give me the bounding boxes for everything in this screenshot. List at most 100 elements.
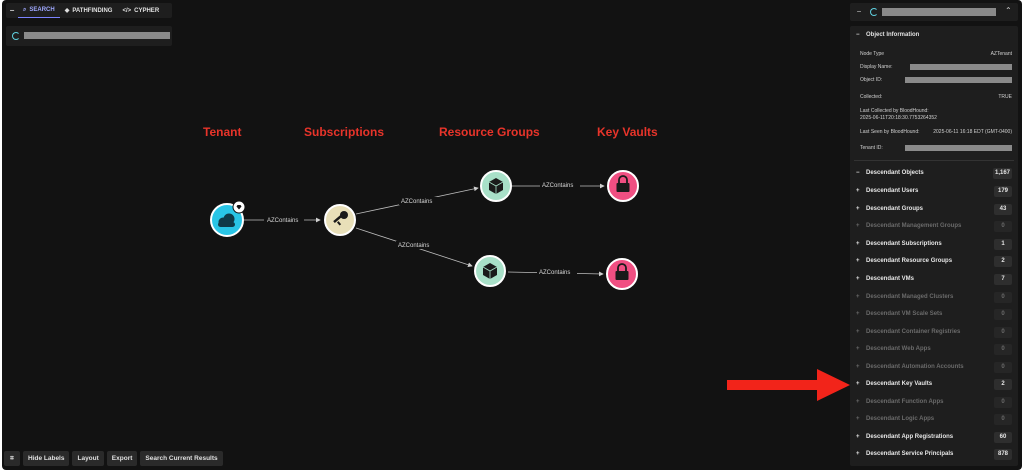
expand-icon: +: [856, 206, 860, 212]
layout-button[interactable]: Layout: [72, 451, 104, 466]
search-current-results-button[interactable]: Search Current Results: [140, 451, 223, 466]
edge-labels: AZContains AZContains AZContains AZConta…: [264, 181, 580, 276]
expand-icon: +: [856, 294, 860, 300]
descendant-automation-accounts-row: + Descendant Automation Accounts 0: [856, 362, 1012, 374]
descendant-subscriptions-row[interactable]: + Descendant Subscriptions 1: [856, 239, 1012, 251]
row-label: Descendant Resource Groups: [866, 258, 953, 264]
expand-icon: +: [856, 381, 860, 387]
row-label: Descendant VMs: [866, 276, 915, 282]
descendant-users-row[interactable]: + Descendant Users 179: [856, 186, 1012, 198]
collapse-icon: −: [856, 170, 860, 176]
edge-label: AZContains: [401, 199, 432, 205]
count-badge: 2: [994, 256, 1012, 267]
last-seen-value: 2025-06-11 16:18 EDT (GMT-0400): [933, 129, 1012, 135]
node-type-label: Node Type: [860, 51, 885, 57]
count-badge: 1: [994, 239, 1012, 250]
export-button[interactable]: Export: [106, 451, 138, 466]
annotation-arrow: [727, 369, 850, 401]
last-seen-label: Last Seen by BloodHound:: [860, 129, 920, 135]
descendant-web-apps-row: + Descendant Web Apps 0: [856, 344, 1012, 356]
row-label: Descendant Managed Clusters: [866, 294, 954, 300]
row-label: Descendant VM Scale Sets: [866, 311, 943, 317]
row-label: Descendant Groups: [866, 206, 924, 212]
descendant-service-principals-row[interactable]: + Descendant Service Principals 878: [856, 449, 1012, 461]
display-name-label: Display Name:: [860, 64, 893, 70]
collapse-panel-button[interactable]: −: [853, 7, 865, 16]
collected-value: TRUE: [998, 94, 1012, 100]
row-label: Descendant Automation Accounts: [866, 364, 964, 370]
node-resource-group-2[interactable]: [474, 255, 506, 287]
descendant-logic-apps-row: + Descendant Logic Apps 0: [856, 414, 1012, 426]
expand-icon: +: [856, 329, 860, 335]
row-label: Descendant Web Apps: [866, 346, 931, 352]
descendant-objects-toggle[interactable]: − Descendant Objects 1,167: [856, 168, 1012, 180]
count-badge: 43: [994, 204, 1012, 215]
descendant-managed-clusters-row: + Descendant Managed Clusters 0: [856, 292, 1012, 304]
node-key-vault-1[interactable]: [607, 170, 639, 202]
count-badge: 0: [994, 327, 1012, 338]
last-collected-label: Last Collected by BloodHound:: [860, 108, 929, 114]
entity-info-panel: − Object Information Node Type AZTenant D…: [850, 26, 1018, 466]
expand-icon: +: [856, 223, 860, 229]
entity-panel-header: − ⌃: [850, 3, 1018, 21]
node-key-vault-2[interactable]: [606, 258, 638, 290]
expand-icon: +: [856, 364, 860, 370]
expand-icon: +: [856, 346, 860, 352]
bloodhound-app: − ⌕ SEARCH ◆ PATHFINDING </> CYPHER Tena…: [2, 0, 1022, 470]
row-label: Descendant Container Registries: [866, 329, 961, 335]
redacted-object-id: [905, 77, 1012, 83]
edge-label: AZContains: [398, 243, 429, 249]
collected-label: Collected:: [860, 94, 883, 100]
crop-icon: ⌗: [10, 455, 14, 462]
descendant-groups-row[interactable]: + Descendant Groups 43: [856, 204, 1012, 216]
expand-icon: +: [856, 311, 860, 317]
expand-icon: +: [856, 258, 860, 264]
object-id-label: Object ID:: [860, 77, 883, 83]
tenant-node-icon: [870, 8, 878, 16]
row-label: Descendant Key Vaults: [866, 381, 933, 387]
count-badge: 179: [994, 186, 1012, 197]
tenant-id-label: Tenant ID:: [860, 145, 883, 151]
expand-icon: +: [856, 241, 860, 247]
descendant-resource-groups-row[interactable]: + Descendant Resource Groups 2: [856, 256, 1012, 268]
edge-label: AZContains: [539, 270, 570, 276]
expand-icon: +: [856, 188, 860, 194]
node-tenant[interactable]: [210, 200, 246, 237]
row-label: Descendant App Registrations: [866, 434, 954, 440]
edge-label: AZContains: [542, 183, 573, 189]
chevron-up-icon[interactable]: ⌃: [1005, 6, 1012, 15]
crop-button[interactable]: ⌗: [4, 451, 20, 466]
descendant-function-apps-row: + Descendant Function Apps 0: [856, 397, 1012, 409]
count-badge: 0: [994, 397, 1012, 408]
expand-icon: +: [856, 276, 860, 282]
redacted-entity-name: [882, 8, 996, 16]
count-badge: 2: [994, 379, 1012, 390]
descendant-vm-scale-sets-row: + Descendant VM Scale Sets 0: [856, 309, 1012, 321]
count-badge: 0: [994, 309, 1012, 320]
object-information-title: Object Information: [866, 32, 920, 38]
expand-icon: +: [856, 434, 860, 440]
count-badge: 1,167: [992, 168, 1012, 179]
count-badge: 60: [994, 432, 1012, 443]
descendant-app-registrations-row[interactable]: + Descendant App Registrations 60: [856, 432, 1012, 444]
node-subscription[interactable]: [324, 204, 356, 236]
descendant-management-groups-row: + Descendant Management Groups 0: [856, 221, 1012, 233]
count-badge: 0: [994, 221, 1012, 232]
last-collected-value: 2025-06-11T20:18:30.7753264352: [860, 115, 937, 121]
descendant-vms-row[interactable]: + Descendant VMs 7: [856, 274, 1012, 286]
object-information-toggle[interactable]: − Object Information: [856, 32, 919, 38]
redacted-tenant-id: [905, 145, 1012, 151]
hide-labels-button[interactable]: Hide Labels: [23, 451, 70, 466]
divider: [854, 160, 1014, 161]
expand-icon: +: [856, 399, 860, 405]
count-badge: 878: [994, 449, 1012, 460]
redacted-display-name: [910, 64, 1012, 70]
row-label: Descendant Service Principals: [866, 451, 954, 457]
count-badge: 0: [994, 362, 1012, 373]
count-badge: 7: [994, 274, 1012, 285]
edge-label: AZContains: [267, 218, 298, 224]
row-label: Descendant Function Apps: [866, 399, 944, 405]
descendant-container-registries-row: + Descendant Container Registries 0: [856, 327, 1012, 339]
node-resource-group-1[interactable]: [480, 170, 512, 202]
descendant-key-vaults-row[interactable]: + Descendant Key Vaults 2: [856, 379, 1012, 391]
